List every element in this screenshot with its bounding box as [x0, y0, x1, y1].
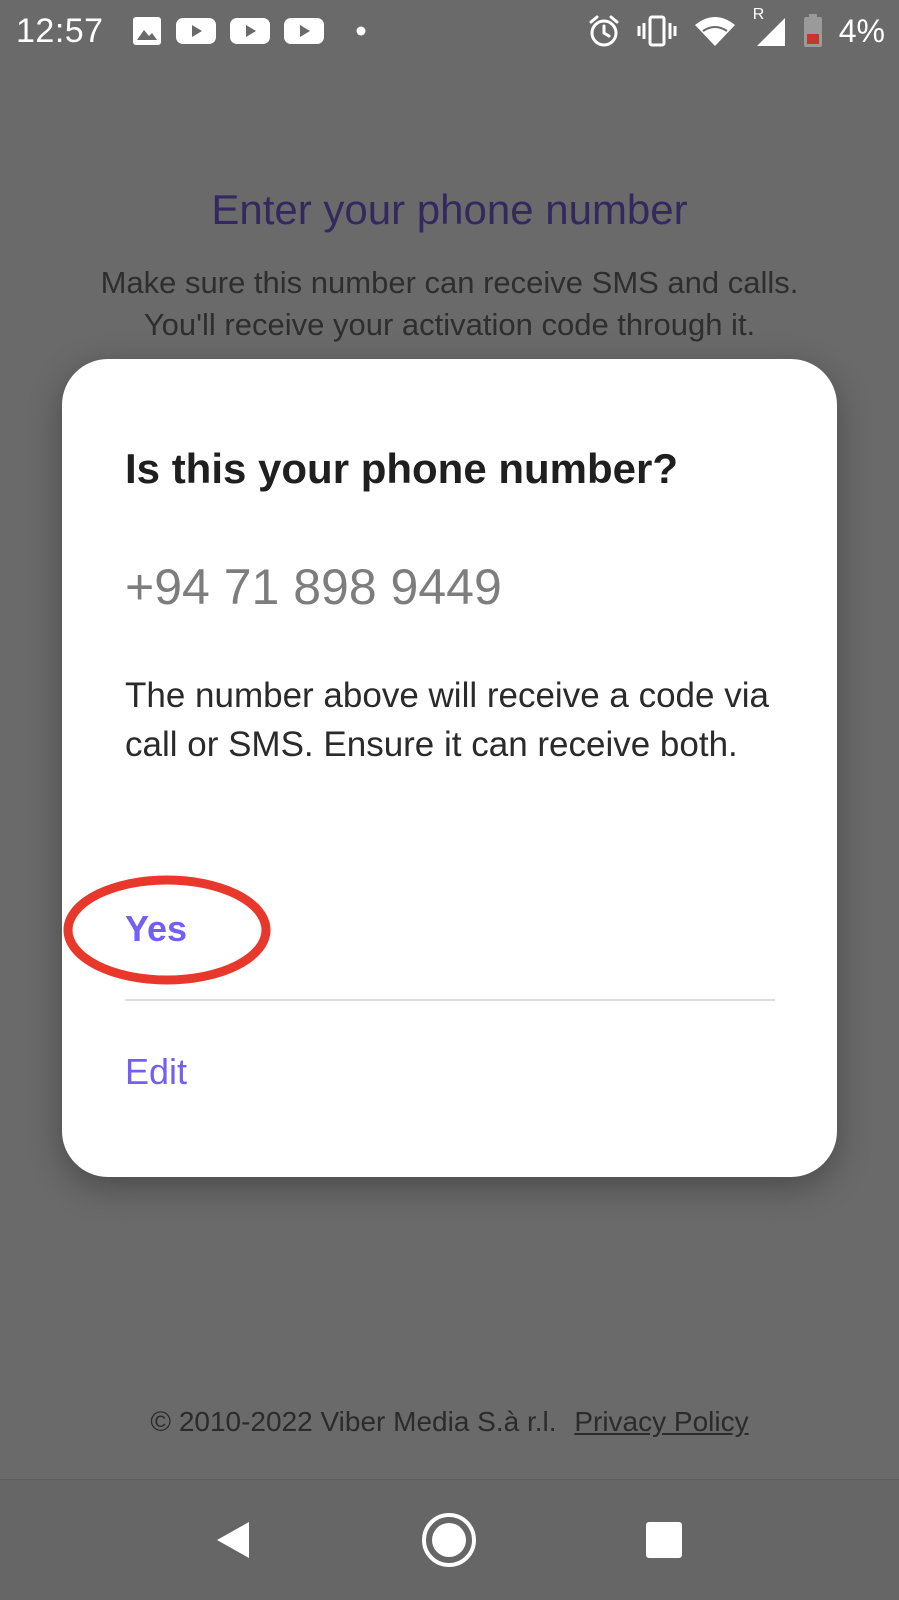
edit-button[interactable]: Edit — [125, 1048, 187, 1096]
divider — [125, 999, 775, 1001]
page-title: Enter your phone number — [211, 186, 688, 233]
page-subtitle-line: You'll receive your activation code thro… — [143, 307, 756, 342]
roaming-indicator: R — [752, 6, 765, 23]
footer: © 2010-2022 Viber Media S.à r.l. Privacy… — [0, 1402, 899, 1442]
gallery-icon — [132, 16, 162, 46]
alarm-icon — [587, 14, 621, 48]
home-button[interactable] — [389, 1480, 509, 1600]
system-icons: R 4% — [587, 6, 885, 50]
roaming-signal-icon: R — [753, 6, 787, 48]
recents-button[interactable] — [604, 1480, 724, 1600]
navigation-bar — [0, 1479, 899, 1600]
notification-icons — [132, 14, 366, 48]
youtube-icon — [176, 16, 216, 46]
recents-icon — [644, 1520, 684, 1560]
battery-low-icon — [803, 14, 823, 48]
page-subtitle-line: Make sure this number can receive SMS an… — [100, 265, 799, 300]
dialog-title: Is this your phone number? — [125, 445, 679, 492]
youtube-icon — [230, 16, 270, 46]
yes-button[interactable]: Yes — [125, 905, 187, 953]
status-time: 12:57 — [16, 12, 104, 50]
confirm-phone-dialog: Is this your phone number? +94 71 898 94… — [62, 359, 837, 1177]
page-subtitle: Make sure this number can receive SMS an… — [40, 262, 859, 346]
status-bar: 12:57 R 4% — [0, 0, 899, 62]
vibrate-icon — [637, 14, 677, 48]
phone-number: +94 71 898 9449 — [125, 559, 502, 615]
battery-percentage: 4% — [838, 13, 885, 49]
youtube-icon — [284, 16, 324, 46]
dot-icon — [356, 26, 366, 36]
privacy-policy-link[interactable]: Privacy Policy — [574, 1406, 748, 1437]
wifi-icon — [693, 14, 737, 48]
home-icon — [419, 1510, 479, 1570]
back-icon — [211, 1518, 255, 1562]
dialog-message: The number above will receive a code via… — [125, 676, 769, 764]
back-button[interactable] — [173, 1480, 293, 1600]
copyright-text: © 2010-2022 Viber Media S.à r.l. — [150, 1406, 557, 1437]
